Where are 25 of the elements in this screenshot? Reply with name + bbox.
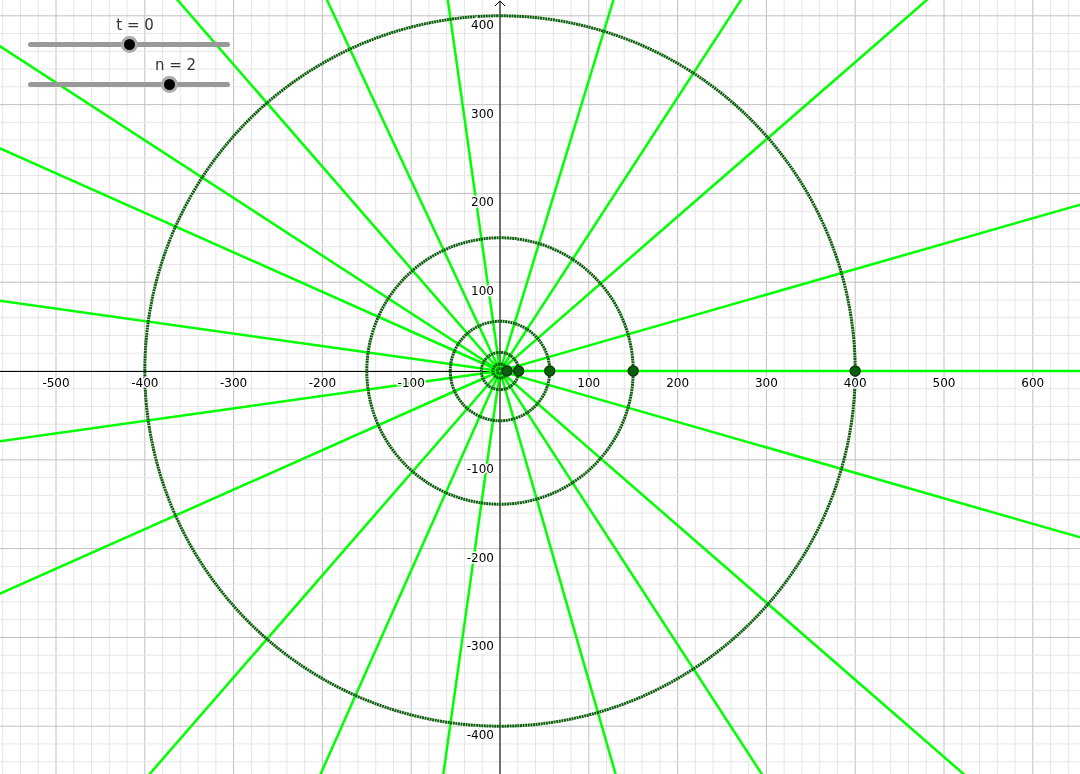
- axis-label: 500: [932, 376, 956, 390]
- axis-label: -400: [131, 376, 159, 390]
- axis-label: 300: [471, 106, 494, 121]
- axis-label: 300: [754, 376, 778, 390]
- axis-label: -300: [220, 376, 248, 390]
- axis-label: 600: [1021, 376, 1045, 390]
- slider-label: t = 0: [116, 16, 154, 34]
- point[interactable]: [501, 365, 513, 377]
- axis-label: -500: [42, 376, 70, 390]
- axis-label: -400: [466, 728, 494, 743]
- axis-label: 400: [471, 17, 494, 32]
- point[interactable]: [512, 365, 525, 377]
- axis-label: -300: [466, 639, 494, 654]
- axis-label: 200: [666, 376, 690, 390]
- point[interactable]: [849, 365, 861, 377]
- slider-track[interactable]: [28, 76, 230, 93]
- slider-thumb[interactable]: [161, 76, 179, 93]
- point[interactable]: [544, 365, 556, 377]
- slider-track[interactable]: [28, 36, 230, 53]
- slider-label: n = 2: [154, 56, 197, 74]
- axis-label: 100: [577, 376, 601, 390]
- axis-label: -200: [308, 376, 336, 390]
- axis-label: 400: [843, 376, 867, 390]
- slider-thumb[interactable]: [121, 36, 138, 53]
- point[interactable]: [627, 365, 639, 377]
